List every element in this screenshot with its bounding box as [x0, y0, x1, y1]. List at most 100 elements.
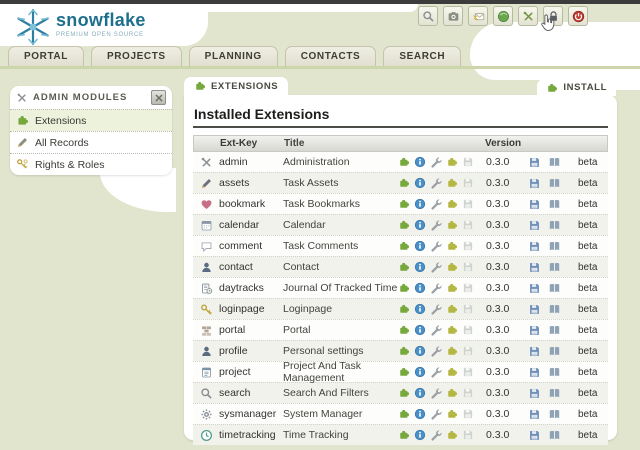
info-icon[interactable] — [414, 303, 426, 315]
table-row[interactable]: daytracks Journal Of Tracked Time 0.3.0 … — [193, 277, 608, 298]
tab-projects[interactable]: PROJECTS — [91, 46, 182, 66]
info-icon[interactable] — [414, 408, 426, 420]
configure-wrench-icon[interactable] — [430, 429, 442, 441]
download-floppy-icon[interactable] — [528, 303, 541, 316]
manual-book-icon[interactable] — [548, 366, 561, 379]
update-puzzle-icon[interactable] — [446, 387, 458, 399]
configure-wrench-icon[interactable] — [430, 240, 442, 252]
configure-wrench-icon[interactable] — [430, 261, 442, 273]
configure-wrench-icon[interactable] — [430, 345, 442, 357]
download-floppy-icon[interactable] — [528, 261, 541, 274]
configure-wrench-icon[interactable] — [430, 177, 442, 189]
table-row[interactable]: calendar Calendar 0.3.0 beta — [193, 214, 608, 235]
download-floppy-icon[interactable] — [528, 366, 541, 379]
manual-book-icon[interactable] — [548, 282, 561, 295]
table-row[interactable]: contact Contact 0.3.0 beta — [193, 256, 608, 277]
manual-book-icon[interactable] — [548, 408, 561, 421]
download-floppy-icon[interactable] — [528, 219, 541, 232]
export-disk-icon[interactable] — [462, 345, 474, 357]
update-puzzle-icon[interactable] — [446, 261, 458, 273]
extension-toggle-icon[interactable] — [398, 366, 410, 378]
download-floppy-icon[interactable] — [528, 345, 541, 358]
extension-toggle-icon[interactable] — [398, 240, 410, 252]
extension-toggle-icon[interactable] — [398, 408, 410, 420]
update-puzzle-icon[interactable] — [446, 429, 458, 441]
logout-button[interactable] — [568, 6, 588, 26]
extension-toggle-icon[interactable] — [398, 387, 410, 399]
configure-wrench-icon[interactable] — [430, 387, 442, 399]
export-disk-icon[interactable] — [462, 219, 474, 231]
table-row[interactable]: search Search And Filters 0.3.0 beta — [193, 382, 608, 403]
download-floppy-icon[interactable] — [528, 198, 541, 211]
manual-book-icon[interactable] — [548, 219, 561, 232]
table-row[interactable]: bookmark Task Bookmarks 0.3.0 beta — [193, 193, 608, 214]
extension-toggle-icon[interactable] — [398, 198, 410, 210]
export-disk-icon[interactable] — [462, 282, 474, 294]
tab-portal[interactable]: PORTAL — [8, 46, 84, 66]
configure-wrench-icon[interactable] — [430, 282, 442, 294]
info-icon[interactable] — [414, 324, 426, 336]
update-puzzle-icon[interactable] — [446, 303, 458, 315]
update-puzzle-icon[interactable] — [446, 408, 458, 420]
extension-toggle-icon[interactable] — [398, 324, 410, 336]
update-puzzle-icon[interactable] — [446, 177, 458, 189]
export-disk-icon[interactable] — [462, 303, 474, 315]
manual-book-icon[interactable] — [548, 324, 561, 337]
manual-book-icon[interactable] — [548, 177, 561, 190]
table-row[interactable]: portal Portal 0.3.0 beta — [193, 319, 608, 340]
extension-toggle-icon[interactable] — [398, 156, 410, 168]
send-mail-button[interactable] — [468, 6, 488, 26]
info-icon[interactable] — [414, 345, 426, 357]
info-icon[interactable] — [414, 177, 426, 189]
export-disk-icon[interactable] — [462, 198, 474, 210]
configure-wrench-icon[interactable] — [430, 324, 442, 336]
tab-contacts[interactable]: CONTACTS — [285, 46, 377, 66]
collapse-button[interactable] — [151, 90, 166, 105]
download-floppy-icon[interactable] — [528, 408, 541, 421]
update-puzzle-icon[interactable] — [446, 282, 458, 294]
download-floppy-icon[interactable] — [528, 156, 541, 169]
extension-toggle-icon[interactable] — [398, 429, 410, 441]
export-disk-icon[interactable] — [462, 156, 474, 168]
sidebar-item-all-records[interactable]: All Records — [10, 131, 172, 153]
update-puzzle-icon[interactable] — [446, 156, 458, 168]
extension-toggle-icon[interactable] — [398, 219, 410, 231]
sidebar-item-rights-roles[interactable]: Rights & Roles — [10, 153, 172, 175]
download-floppy-icon[interactable] — [528, 324, 541, 337]
extension-toggle-icon[interactable] — [398, 345, 410, 357]
manual-book-icon[interactable] — [548, 345, 561, 358]
table-row[interactable]: profile Personal settings 0.3.0 beta — [193, 340, 608, 361]
configure-wrench-icon[interactable] — [430, 156, 442, 168]
manual-book-icon[interactable] — [548, 240, 561, 253]
tab-search[interactable]: SEARCH — [383, 46, 461, 66]
table-row[interactable]: admin Administration 0.3.0 beta — [193, 152, 608, 172]
table-row[interactable]: project Project And Task Management 0.3.… — [193, 361, 608, 382]
download-floppy-icon[interactable] — [528, 240, 541, 253]
admin-tools-button[interactable] — [518, 6, 538, 26]
update-puzzle-icon[interactable] — [446, 198, 458, 210]
update-puzzle-icon[interactable] — [446, 324, 458, 336]
configure-wrench-icon[interactable] — [430, 408, 442, 420]
table-row[interactable]: assets Task Assets 0.3.0 beta — [193, 172, 608, 193]
configure-wrench-icon[interactable] — [430, 366, 442, 378]
export-disk-icon[interactable] — [462, 366, 474, 378]
update-puzzle-icon[interactable] — [446, 345, 458, 357]
extension-toggle-icon[interactable] — [398, 282, 410, 294]
tab-planning[interactable]: PLANNING — [189, 46, 278, 66]
table-row[interactable]: comment Task Comments 0.3.0 beta — [193, 235, 608, 256]
info-icon[interactable] — [414, 261, 426, 273]
sidebar-item-extensions[interactable]: Extensions — [10, 109, 172, 131]
info-icon[interactable] — [414, 429, 426, 441]
update-puzzle-icon[interactable] — [446, 366, 458, 378]
manual-book-icon[interactable] — [548, 261, 561, 274]
configure-wrench-icon[interactable] — [430, 219, 442, 231]
manual-book-icon[interactable] — [548, 429, 561, 442]
info-icon[interactable] — [414, 156, 426, 168]
export-disk-icon[interactable] — [462, 261, 474, 273]
info-icon[interactable] — [414, 198, 426, 210]
download-floppy-icon[interactable] — [528, 387, 541, 400]
manual-book-icon[interactable] — [548, 198, 561, 211]
extension-toggle-icon[interactable] — [398, 177, 410, 189]
download-floppy-icon[interactable] — [528, 429, 541, 442]
export-disk-icon[interactable] — [462, 429, 474, 441]
